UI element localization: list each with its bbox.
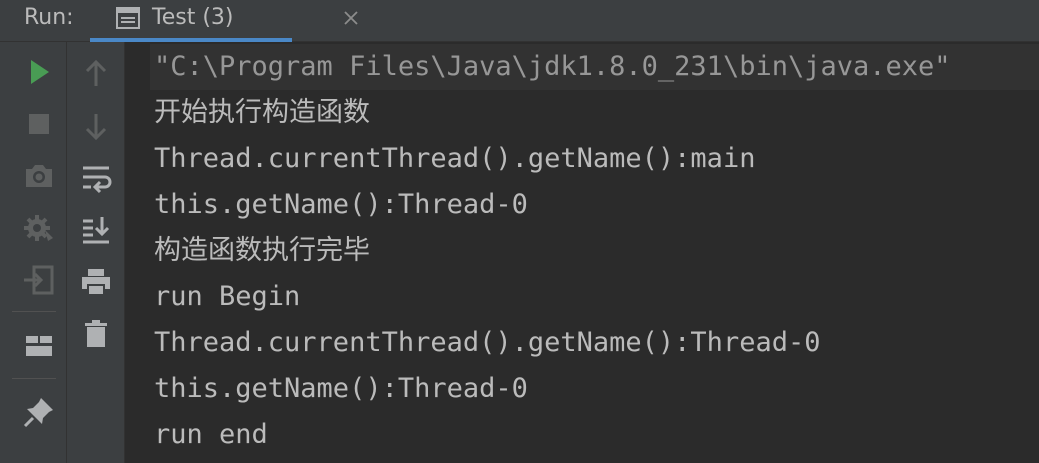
console-command-line: "C:\Program Files\Java\jdk1.8.0_231\bin\…	[150, 44, 1039, 90]
toolbar-separator	[12, 378, 56, 379]
console-line: this.getName():Thread-0	[154, 189, 528, 220]
console-line: Thread.currentThread().getName():Thread-…	[154, 327, 821, 358]
settings-gear-icon[interactable]	[21, 210, 57, 246]
pin-icon[interactable]	[21, 394, 57, 430]
stop-icon[interactable]	[21, 106, 57, 142]
console-line: 构造函数执行完毕	[154, 235, 370, 266]
toolbar-separator	[12, 311, 56, 312]
console-line: run Begin	[154, 281, 301, 312]
console-line: run end	[154, 419, 268, 450]
close-icon[interactable]	[342, 9, 360, 27]
console-toolbar	[67, 42, 125, 463]
run-toolbar	[0, 42, 67, 463]
layout-icon[interactable]	[21, 328, 57, 364]
scroll-to-end-icon[interactable]	[78, 212, 114, 248]
console-output[interactable]: "C:\Program Files\Java\jdk1.8.0_231\bin\…	[126, 42, 1039, 463]
run-label: Run:	[24, 5, 74, 30]
soft-wrap-icon[interactable]	[78, 160, 114, 196]
camera-icon[interactable]	[21, 158, 57, 194]
rerun-icon[interactable]	[21, 54, 57, 90]
exit-icon[interactable]	[21, 262, 57, 298]
console-icon	[116, 7, 140, 29]
tab-test[interactable]: Test (3)	[90, 0, 358, 42]
run-tool-window-header: Run: Test (3)	[0, 0, 1039, 42]
arrow-down-icon[interactable]	[78, 108, 114, 144]
tab-label: Test (3)	[152, 5, 234, 30]
console-line: this.getName():Thread-0	[154, 373, 528, 404]
console-line: 开始执行构造函数	[154, 97, 370, 128]
arrow-up-icon[interactable]	[78, 56, 114, 92]
console-line: Thread.currentThread().getName():main	[154, 143, 756, 174]
trash-icon[interactable]	[78, 316, 114, 352]
print-icon[interactable]	[78, 264, 114, 300]
